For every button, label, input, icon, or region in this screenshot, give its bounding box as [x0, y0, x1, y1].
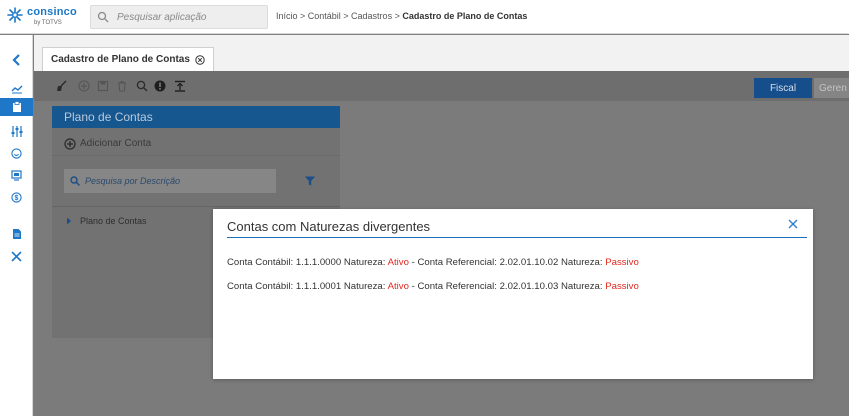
natureza-referencial-label: Natureza: — [560, 281, 603, 292]
tree-node-label: Plano de Contas — [80, 216, 147, 226]
add-circle-icon — [64, 137, 76, 150]
rail-item-documentos[interactable] — [0, 225, 33, 243]
rail-item-dashboard[interactable] — [0, 80, 33, 98]
sliders-icon — [11, 125, 22, 137]
breadcrumb: Início > Contábil > Cadastros > Cadastro… — [276, 11, 527, 21]
search-icon[interactable] — [136, 80, 148, 92]
conta-value: 1.1.1.0000 — [295, 257, 342, 268]
dialog-title-divider — [227, 237, 807, 238]
caret-right-icon[interactable] — [66, 217, 72, 225]
panel-title: Plano de Contas — [52, 106, 340, 128]
panel-divider — [52, 206, 340, 207]
description-search-input[interactable]: Pesquisa por Descrição — [64, 169, 276, 193]
tab-strip: Cadastro de Plano de Contas — [34, 35, 849, 71]
close-icon[interactable] — [786, 217, 800, 231]
dialog-title: Contas com Naturezas divergentes — [227, 219, 431, 234]
tab-label: Cadastro de Plano de Contas — [51, 54, 190, 65]
broom-icon[interactable] — [56, 80, 68, 92]
rail-item-monitor[interactable] — [0, 166, 33, 184]
svg-text:$: $ — [15, 195, 19, 202]
gerencial-button[interactable]: Geren — [814, 78, 849, 98]
app-search-input[interactable] — [117, 9, 262, 26]
save-icon[interactable] — [97, 80, 109, 92]
rail-item-settings[interactable] — [0, 122, 33, 140]
top-bar: consinco by TOTVS Início > Contábil > Ca… — [0, 0, 849, 34]
logo-text: consinco — [27, 6, 77, 18]
natureza-referencial-label: Natureza: — [560, 257, 603, 268]
export-icon[interactable] — [174, 80, 186, 92]
consinco-logo[interactable]: consinco by TOTVS — [6, 6, 77, 30]
monitor-icon — [11, 169, 22, 181]
natureza-label: Natureza: — [343, 257, 386, 268]
conta-referencial-label: Conta Referencial: — [417, 257, 497, 268]
chevron-left-icon — [11, 54, 20, 66]
left-rail: $ — [0, 35, 33, 416]
chart-icon — [11, 85, 22, 94]
rail-item-support[interactable] — [0, 144, 33, 162]
divergent-nature-dialog: Contas com Naturezas divergentes Conta C… — [213, 209, 813, 379]
document-icon — [12, 229, 21, 239]
divergence-row: Conta Contábil: 1.1.1.0000 Natureza: Ati… — [227, 257, 639, 268]
breadcrumb-current: Cadastro de Plano de Contas — [402, 11, 528, 21]
description-search-placeholder: Pesquisa por Descrição — [85, 176, 181, 186]
clipboard-icon — [12, 101, 21, 112]
natureza-referencial-value: Passivo — [605, 281, 639, 292]
tools-icon — [11, 251, 22, 261]
smile-icon — [11, 147, 22, 159]
info-icon[interactable] — [154, 80, 166, 92]
tree-node-plano-contas[interactable]: Plano de Contas — [66, 216, 147, 226]
dollar-icon: $ — [11, 191, 22, 203]
natureza-referencial-value: Passivo — [605, 257, 639, 268]
search-icon — [70, 176, 80, 186]
close-tab-icon[interactable] — [195, 54, 205, 65]
conta-referencial-value: 2.02.01.10.02 — [499, 257, 559, 268]
rail-item-ferramentas[interactable] — [0, 247, 33, 265]
divergence-row: Conta Contábil: 1.1.1.0001 Natureza: Ati… — [227, 281, 639, 292]
conta-referencial-value: 2.02.01.10.03 — [499, 281, 559, 292]
logo-subtext: by TOTVS — [34, 20, 62, 26]
toolbar: Fiscal Geren — [34, 71, 849, 101]
filter-icon[interactable] — [304, 175, 316, 187]
add-account-button[interactable]: Adicionar Conta — [52, 132, 340, 156]
natureza-value: Ativo — [387, 281, 409, 292]
rail-item-financeiro[interactable]: $ — [0, 188, 33, 206]
conta-label: Conta Contábil: — [227, 281, 294, 292]
natureza-value: Ativo — [387, 257, 409, 268]
conta-label: Conta Contábil: — [227, 257, 294, 268]
tab-cadastro-plano-contas[interactable]: Cadastro de Plano de Contas — [42, 47, 214, 71]
add-account-label: Adicionar Conta — [80, 138, 152, 149]
app-search[interactable] — [90, 5, 268, 29]
logo-icon — [7, 7, 23, 23]
fiscal-button[interactable]: Fiscal — [754, 78, 812, 98]
search-icon — [97, 11, 109, 23]
conta-value: 1.1.1.0001 — [295, 281, 342, 292]
breadcrumb-path[interactable]: Início > Contábil > Cadastros > — [276, 11, 402, 21]
rail-item-cadastros[interactable] — [0, 98, 33, 116]
conta-referencial-label: Conta Referencial: — [417, 281, 497, 292]
trash-icon[interactable] — [116, 80, 128, 92]
natureza-label: Natureza: — [343, 281, 386, 292]
add-icon[interactable] — [78, 80, 90, 92]
rail-collapse[interactable] — [0, 51, 33, 69]
